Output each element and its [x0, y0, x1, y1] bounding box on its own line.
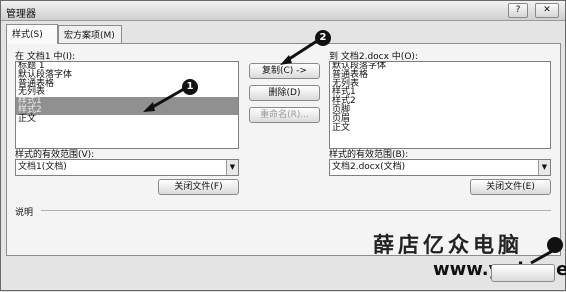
arrow-2-line [285, 39, 318, 63]
annotation-badge-3 [547, 237, 563, 253]
tab-styles[interactable]: 样式(S) [6, 24, 58, 44]
arrow-1-head [143, 102, 155, 112]
annotation-badge-2: 2 [315, 30, 331, 46]
dialog-close-button[interactable] [491, 264, 555, 282]
watermark-text: 薛店亿众电脑 [373, 232, 523, 257]
arrow-1-line [148, 87, 185, 111]
arrow-2-head [280, 55, 292, 65]
manager-dialog: 管理器 ? ✕ 样式(S) 宏方案项(M) 在 文档1 中(I): 标题 1 默… [0, 0, 566, 291]
annotation-badge-1: 1 [182, 79, 198, 95]
